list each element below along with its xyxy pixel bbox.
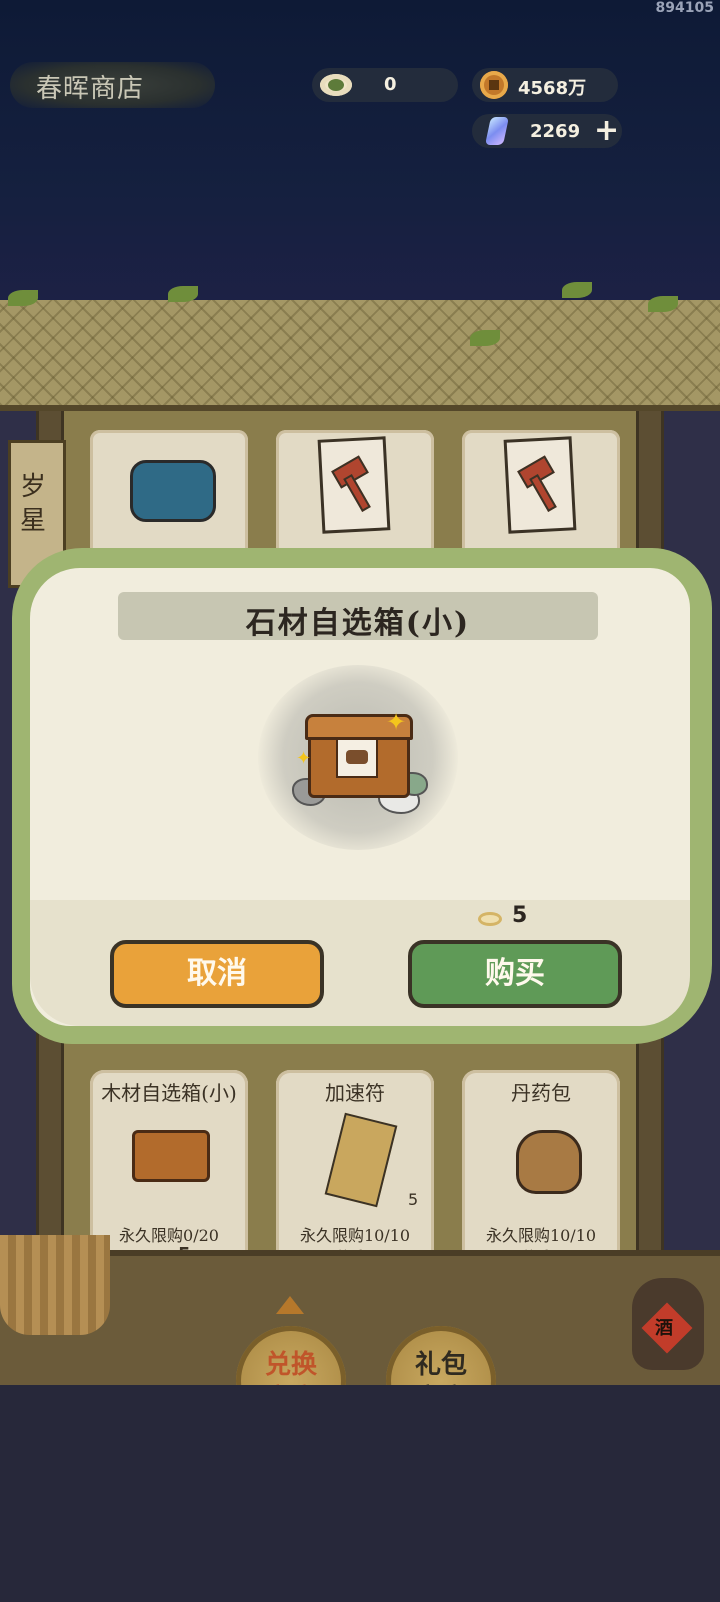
dialog-title: 石材自选箱(小) [245, 606, 471, 641]
buy-button[interactable]: 购买 [408, 940, 622, 1008]
cancel-button[interactable]: 取消 [110, 940, 324, 1008]
chest-emblem [336, 738, 378, 778]
plate-token-icon [478, 912, 502, 926]
sparkle-icon: ✦ [296, 748, 312, 769]
sparkle-icon: ✦ [386, 708, 407, 736]
dialog-price: 5 [512, 903, 528, 928]
